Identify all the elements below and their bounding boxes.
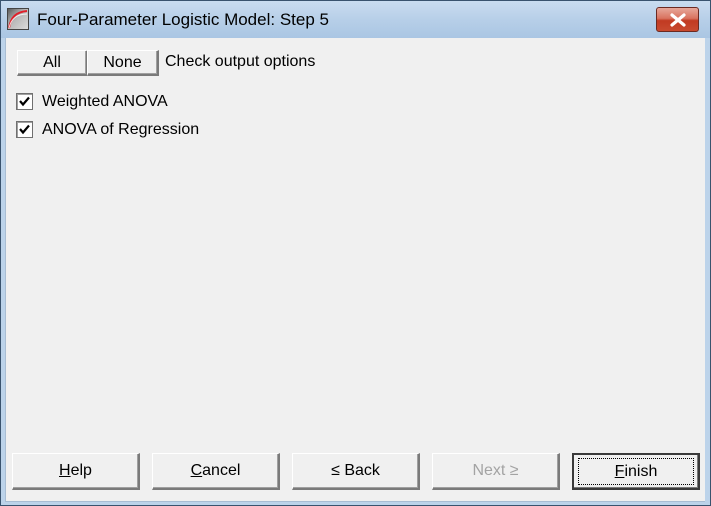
finish-button[interactable]: Finish (572, 453, 700, 490)
next-button[interactable]: Next ≥ (432, 453, 560, 490)
weighted-anova-checkbox[interactable] (16, 93, 33, 110)
cancel-button[interactable]: Cancel (152, 453, 280, 490)
close-button[interactable] (656, 7, 699, 32)
help-button[interactable]: Help (12, 453, 140, 490)
back-button[interactable]: ≤ Back (292, 453, 420, 490)
dialog-window: Four-Parameter Logistic Model: Step 5 Al… (0, 0, 711, 506)
anova-of-regression-label[interactable]: ANOVA of Regression (42, 121, 199, 139)
instructions-label: Check output options (165, 53, 316, 70)
weighted-anova-label[interactable]: Weighted ANOVA (42, 93, 168, 111)
checkmark-icon (19, 96, 30, 107)
window-title: Four-Parameter Logistic Model: Step 5 (37, 10, 329, 29)
checkmark-icon (19, 124, 30, 135)
select-none-button[interactable]: None (87, 50, 159, 76)
dialog-client-area: All None Check output options Weighted A… (5, 38, 705, 502)
anova-of-regression-checkbox[interactable] (16, 121, 33, 138)
logistic-curve-app-icon (7, 8, 29, 30)
title-bar[interactable]: Four-Parameter Logistic Model: Step 5 (1, 1, 710, 38)
select-all-button[interactable]: All (17, 50, 88, 76)
close-x-icon (669, 12, 686, 27)
